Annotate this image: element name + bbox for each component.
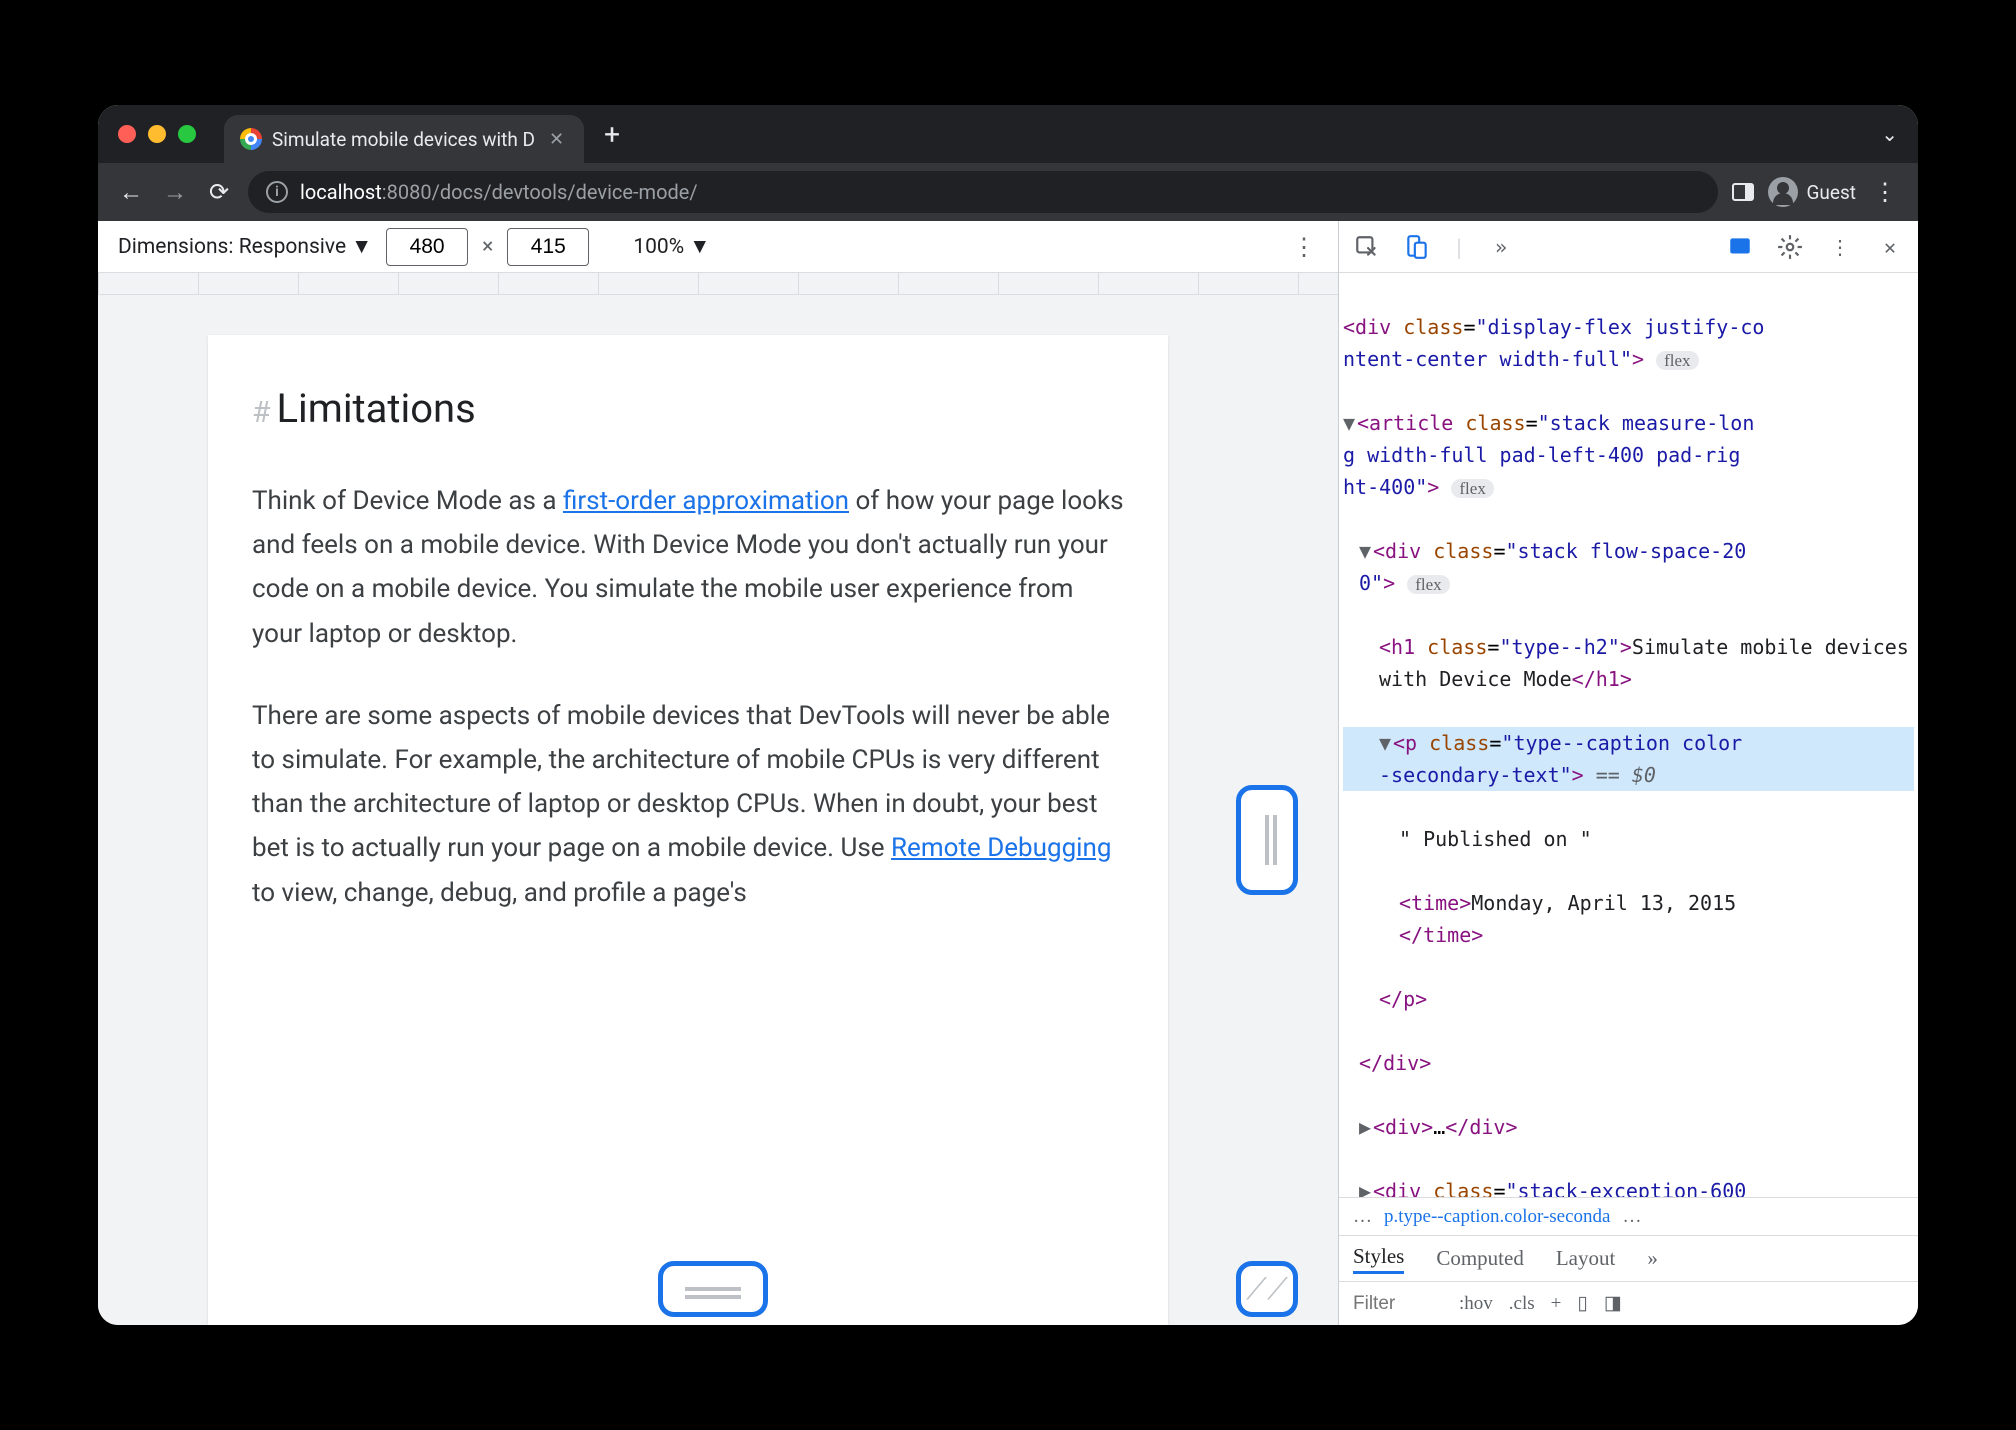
device-toolbar: Dimensions: Responsive ▼ × 100% ▼ ⋮	[98, 221, 1338, 273]
width-input[interactable]	[386, 228, 468, 266]
resize-handle-right[interactable]	[1236, 785, 1298, 895]
tab-styles[interactable]: Styles	[1353, 1244, 1404, 1274]
tab-layout[interactable]: Layout	[1556, 1246, 1615, 1271]
device-toolbar-menu[interactable]: ⋮	[1292, 233, 1318, 261]
elements-breadcrumb[interactable]: … p.type--caption.color-seconda …	[1339, 1197, 1918, 1235]
close-window-button[interactable]	[118, 125, 136, 143]
device-toggle-icon[interactable]	[1403, 233, 1431, 261]
profile-button[interactable]: Guest	[1768, 177, 1856, 207]
devtools-menu-icon[interactable]: ⋮	[1826, 233, 1854, 261]
device-mode-viewport: Dimensions: Responsive ▼ × 100% ▼ ⋮ #Lim…	[98, 221, 1338, 1325]
viewport-area: #Limitations Think of Device Mode as a f…	[98, 295, 1338, 1325]
page-heading: #Limitations	[252, 375, 1124, 443]
paragraph-2: There are some aspects of mobile devices…	[252, 694, 1124, 915]
styles-filter-input[interactable]	[1353, 1293, 1443, 1315]
console-errors-icon[interactable]	[1726, 233, 1754, 261]
devtools-panel: | » ⋮ ✕ <div class="display-flex justify…	[1338, 221, 1918, 1325]
hov-toggle[interactable]: :hov	[1459, 1293, 1493, 1315]
titlebar: Simulate mobile devices with D ✕ + ⌄	[98, 105, 1918, 163]
styles-tabs: Styles Computed Layout »	[1339, 1235, 1918, 1281]
computed-sidebar-icon[interactable]: ▯	[1577, 1292, 1587, 1315]
zoom-dropdown[interactable]: 100% ▼	[633, 235, 710, 259]
rendered-page[interactable]: #Limitations Think of Device Mode as a f…	[208, 335, 1168, 1325]
tab-title: Simulate mobile devices with D	[272, 128, 535, 151]
side-panel-icon[interactable]	[1732, 183, 1754, 201]
avatar-icon	[1768, 177, 1798, 207]
styles-panel-toggle-icon[interactable]: ◨	[1604, 1292, 1622, 1315]
minimize-window-button[interactable]	[148, 125, 166, 143]
inspect-element-icon[interactable]	[1353, 233, 1381, 261]
content-area: Dimensions: Responsive ▼ × 100% ▼ ⋮ #Lim…	[98, 221, 1918, 1325]
url-text: localhost:8080/docs/devtools/device-mode…	[300, 180, 698, 204]
remote-debugging-link[interactable]: Remote Debugging	[891, 833, 1111, 863]
ruler[interactable]	[98, 273, 1338, 295]
window-controls	[118, 125, 196, 143]
settings-gear-icon[interactable]	[1776, 233, 1804, 261]
dimension-separator: ×	[482, 235, 493, 259]
resize-handle-bottom[interactable]	[658, 1261, 768, 1317]
more-tabs-icon[interactable]: »	[1487, 233, 1515, 261]
tab-computed[interactable]: Computed	[1436, 1246, 1524, 1271]
maximize-window-button[interactable]	[178, 125, 196, 143]
dimensions-dropdown[interactable]: Dimensions: Responsive ▼	[118, 235, 372, 259]
tab-search-button[interactable]: ⌄	[1881, 122, 1898, 146]
paragraph-1: Think of Device Mode as a first-order ap…	[252, 479, 1124, 656]
elements-tree[interactable]: <div class="display-flex justify-content…	[1339, 273, 1918, 1197]
resize-handle-corner[interactable]: ⟋⟋	[1236, 1261, 1298, 1317]
chrome-favicon	[240, 128, 262, 150]
height-input[interactable]	[507, 228, 589, 266]
close-devtools-icon[interactable]: ✕	[1876, 233, 1904, 261]
browser-menu-button[interactable]: ⋮	[1870, 177, 1900, 207]
reload-button[interactable]: ⟳	[204, 177, 234, 207]
first-order-link[interactable]: first-order approximation	[563, 486, 849, 516]
forward-button[interactable]: →	[160, 177, 190, 207]
cls-toggle[interactable]: .cls	[1509, 1293, 1535, 1315]
back-button[interactable]: ←	[116, 177, 146, 207]
site-info-icon[interactable]: i	[266, 181, 288, 203]
close-tab-button[interactable]: ✕	[545, 129, 568, 150]
more-styles-tabs[interactable]: »	[1647, 1246, 1658, 1271]
styles-filter-bar: :hov .cls + ▯ ◨	[1339, 1281, 1918, 1325]
browser-toolbar: ← → ⟳ i localhost:8080/docs/devtools/dev…	[98, 163, 1918, 221]
new-rule-button[interactable]: +	[1551, 1293, 1562, 1315]
address-bar[interactable]: i localhost:8080/docs/devtools/device-mo…	[248, 171, 1718, 213]
devtools-toolbar: | » ⋮ ✕	[1339, 221, 1918, 273]
new-tab-button[interactable]: +	[604, 118, 620, 151]
browser-window: Simulate mobile devices with D ✕ + ⌄ ← →…	[98, 105, 1918, 1325]
browser-tab[interactable]: Simulate mobile devices with D ✕	[224, 115, 584, 163]
